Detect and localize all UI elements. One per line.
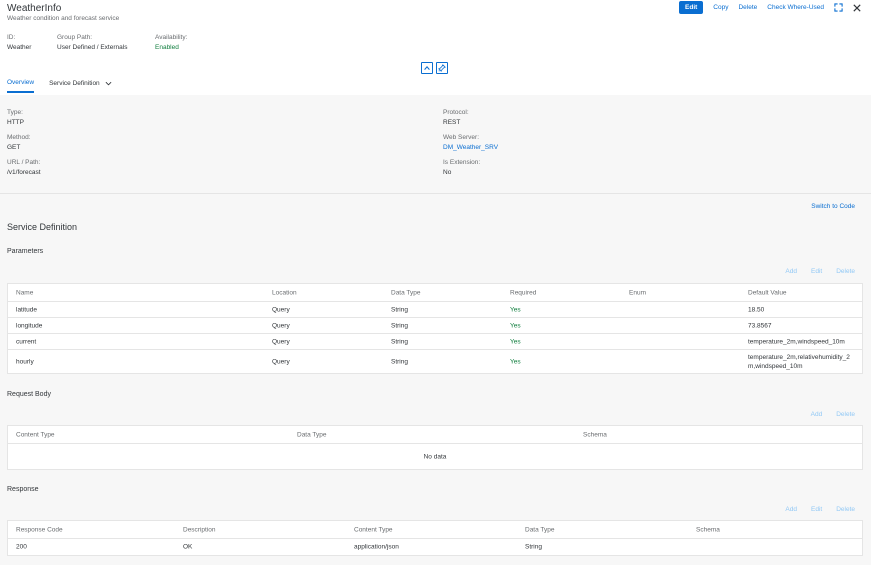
edit-response-button[interactable]: Edit (811, 506, 822, 513)
is-extension-field: Is Extension: No (443, 159, 481, 176)
delete-button[interactable]: Delete (738, 4, 757, 11)
tab-service-definition[interactable]: Service Definition (49, 79, 112, 93)
add-parameter-button[interactable]: Add (785, 268, 797, 275)
parameters-table: Name Location Data Type Required Enum De… (7, 283, 863, 374)
edit-parameter-button[interactable]: Edit (811, 268, 822, 275)
request-body-table: Content Type Data Type Schema No data (7, 425, 863, 470)
web-server-link[interactable]: DM_Weather_SRV (443, 144, 498, 151)
method-field: Method: GET (7, 134, 31, 151)
id-field: ID: Weather (7, 34, 32, 51)
add-request-body-button[interactable]: Add (811, 411, 823, 418)
parameters-title: Parameters (7, 248, 44, 255)
url-field: URL / Path: /v1/forecast (7, 159, 41, 176)
table-row[interactable]: longitude Query String Yes 73.8567 (8, 318, 862, 334)
table-header-row: Name Location Data Type Required Enum De… (8, 284, 862, 302)
empty-row: No data (8, 444, 862, 469)
pin-header-icon[interactable] (436, 62, 448, 74)
request-body-title: Request Body (7, 391, 51, 398)
header-toolbar: Edit Copy Delete Check Where-Used (679, 1, 861, 14)
response-table: Response Code Description Content Type D… (7, 520, 863, 556)
copy-button[interactable]: Copy (713, 4, 728, 11)
no-data-text: No data (423, 453, 447, 460)
add-response-button[interactable]: Add (785, 506, 797, 513)
delete-parameter-button[interactable]: Delete (836, 268, 855, 275)
table-header-row: Response Code Description Content Type D… (8, 521, 862, 539)
request-body-actions: Add Delete (811, 411, 855, 418)
close-icon[interactable] (853, 3, 861, 12)
response-title: Response (7, 486, 39, 493)
check-where-used-button[interactable]: Check Where-Used (767, 4, 824, 11)
delete-request-body-button[interactable]: Delete (836, 411, 855, 418)
page-title: WeatherInfo (7, 3, 62, 14)
edit-button[interactable]: Edit (679, 1, 704, 14)
availability-field: Availability: Enabled (155, 34, 188, 51)
section-tabs: Overview Service Definition (7, 79, 112, 93)
switch-to-code-link[interactable]: Switch to Code (811, 203, 855, 210)
table-header-row: Content Type Data Type Schema (8, 426, 862, 444)
object-page-header: WeatherInfo Weather condition and foreca… (0, 0, 871, 95)
expand-icon[interactable] (834, 3, 843, 12)
chevron-down-icon (105, 81, 112, 86)
section-divider (0, 193, 871, 194)
page-subtitle: Weather condition and forecast service (7, 15, 120, 22)
table-row[interactable]: current Query String Yes temperature_2m,… (8, 334, 862, 350)
web-server-field: Web Server: DM_Weather_SRV (443, 134, 499, 151)
parameters-actions: Add Edit Delete (785, 268, 855, 275)
protocol-field: Protocol: REST (443, 109, 469, 126)
group-path-field: Group Path: User Defined / Externals (57, 34, 128, 51)
type-field: Type: HTTP (7, 109, 24, 126)
table-row[interactable]: 200 OK application/json String (8, 539, 862, 555)
section-title: Service Definition (7, 222, 78, 232)
table-row[interactable]: hourly Query String Yes temperature_2m,r… (8, 350, 862, 373)
header-controls (421, 62, 448, 74)
tab-overview[interactable]: Overview (7, 79, 35, 93)
response-actions: Add Edit Delete (785, 506, 855, 513)
delete-response-button[interactable]: Delete (836, 506, 855, 513)
collapse-header-icon[interactable] (421, 62, 433, 74)
table-row[interactable]: latitude Query String Yes 18.50 (8, 302, 862, 318)
